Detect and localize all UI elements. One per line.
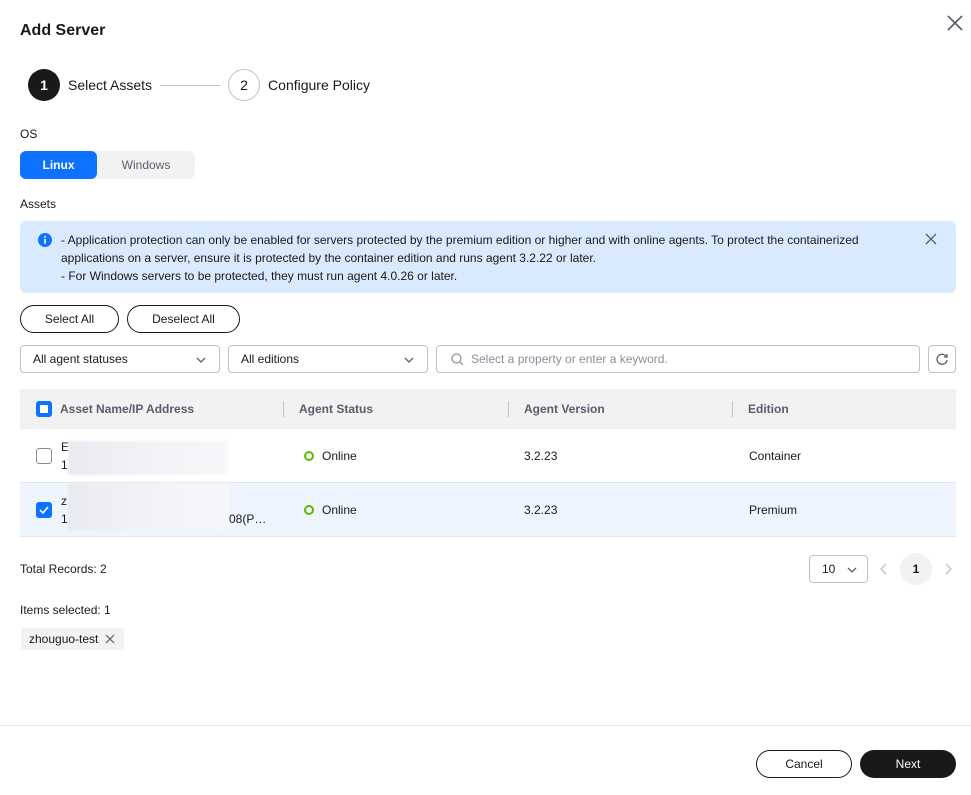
online-status-icon [304, 451, 314, 461]
os-option-windows[interactable]: Windows [97, 151, 195, 179]
search-icon [451, 353, 464, 366]
select-all-button[interactable]: Select All [20, 305, 119, 333]
cancel-button[interactable]: Cancel [756, 750, 852, 778]
chevron-right-icon[interactable] [941, 562, 955, 576]
column-divider [508, 401, 509, 417]
assets-table: Asset Name/IP Address Agent Status Agent… [20, 389, 956, 537]
table-row[interactable]: z 1 08(P… Online 3.2.23 Premium [20, 483, 956, 537]
selected-tag-label: zhouguo-test [29, 632, 99, 646]
notice-line: - For Windows servers to be protected, t… [61, 269, 458, 283]
asset-name-cell: z 1 [61, 492, 68, 528]
dialog-title: Add Server [20, 22, 106, 39]
step-1-label: Select Assets [68, 77, 153, 93]
table-row[interactable]: E 1 Online 3.2.23 Container [20, 429, 956, 483]
row-checkbox[interactable] [36, 502, 52, 518]
close-icon[interactable] [924, 232, 938, 246]
edition-cell: Premium [749, 503, 798, 517]
redacted-area [68, 441, 228, 475]
deselect-all-button[interactable]: Deselect All [127, 305, 240, 333]
chevron-left-icon[interactable] [877, 562, 891, 576]
step-connector [160, 84, 221, 86]
refresh-button[interactable] [928, 345, 956, 373]
column-header-edition[interactable]: Edition [748, 389, 789, 429]
agent-status-text: Online [322, 503, 357, 517]
edition-filter-value: All editions [241, 352, 300, 366]
edition-filter[interactable]: All editions [228, 345, 428, 373]
search-box [436, 345, 920, 373]
page-size-value: 10 [822, 562, 836, 576]
table-header: Asset Name/IP Address Agent Status Agent… [20, 389, 956, 429]
chevron-down-icon [847, 567, 857, 573]
agent-status-filter[interactable]: All agent statuses [20, 345, 220, 373]
notice-line: - Application protection can only be ena… [61, 233, 859, 265]
os-toggle: Linux Windows [20, 151, 195, 179]
total-records: Total Records: 2 [20, 562, 107, 576]
edition-cell: Container [749, 449, 802, 463]
select-all-checkbox[interactable] [36, 401, 52, 417]
column-header-agent-version[interactable]: Agent Version [524, 389, 605, 429]
agent-version-cell: 3.2.23 [524, 449, 558, 463]
assets-label: Assets [20, 197, 57, 211]
agent-status-filter-value: All agent statuses [33, 352, 128, 366]
column-divider [732, 401, 733, 417]
chevron-down-icon [196, 357, 206, 363]
footer-divider [0, 725, 971, 726]
step-1-number: 1 [28, 69, 60, 101]
row-checkbox[interactable] [36, 448, 52, 464]
info-icon [38, 233, 52, 247]
agent-status-cell: Online [304, 483, 357, 537]
agent-status-cell: Online [304, 429, 357, 483]
add-server-dialog: Add Server 1 Select Assets 2 Configure P… [0, 0, 971, 795]
step-2-number: 2 [228, 69, 261, 101]
refresh-icon [936, 353, 948, 365]
page-number[interactable]: 1 [900, 553, 932, 585]
column-divider [283, 401, 284, 417]
os-label: OS [20, 127, 38, 141]
close-icon[interactable] [104, 633, 116, 645]
online-status-icon [304, 505, 314, 515]
search-input[interactable] [471, 346, 911, 372]
selected-tag: zhouguo-test [21, 628, 125, 650]
os-option-linux[interactable]: Linux [20, 151, 97, 179]
stepper: 1 Select Assets 2 Configure Policy [28, 69, 370, 101]
redacted-area [68, 483, 229, 530]
notice-text: - Application protection can only be ena… [61, 231, 891, 285]
items-selected-label: Items selected: 1 [20, 603, 111, 617]
agent-version-cell: 3.2.23 [524, 503, 558, 517]
next-button[interactable]: Next [860, 750, 956, 778]
page-size-select[interactable]: 10 [809, 555, 868, 583]
column-header-agent-status[interactable]: Agent Status [299, 389, 373, 429]
step-2-label: Configure Policy [268, 77, 370, 93]
asset-ip-suffix: 08(P… [229, 512, 267, 526]
asset-ip: 1 [61, 512, 68, 526]
agent-status-text: Online [322, 449, 357, 463]
asset-name: z [61, 494, 67, 508]
notice-banner: - Application protection can only be ena… [20, 221, 956, 293]
check-icon [39, 506, 49, 515]
close-icon[interactable] [944, 12, 966, 34]
column-header-asset[interactable]: Asset Name/IP Address [60, 389, 194, 429]
chevron-down-icon [404, 357, 414, 363]
